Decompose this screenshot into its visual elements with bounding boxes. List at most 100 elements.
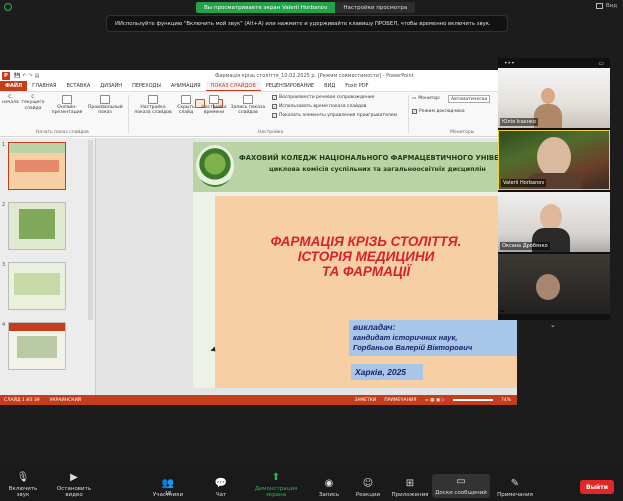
participant-tile[interactable]: Оксана Дробязко [498, 192, 610, 252]
ribbon-tab[interactable]: ПЕРЕХОДЫ [127, 81, 166, 91]
reactions-button[interactable]: ☺ Реакции [354, 478, 382, 498]
share-screen-button[interactable]: ⬆ Демонстрация экрана [244, 472, 308, 498]
slide-canvas[interactable]: ФАХОВИЙ КОЛЕДЖ НАЦІОНАЛЬНОГО ФАРМАЦЕВТИЧ… [193, 142, 517, 388]
ppt-title-bar: P 💾↶↷▤ Фармація крізь століття_10.02.202… [0, 70, 517, 81]
custom-show-label: Произвольный показ [88, 105, 123, 116]
video-camera-icon: ▶ [70, 472, 78, 483]
monitor-label: Монитор: [418, 96, 441, 101]
view-options-button[interactable]: Настройки просмотра [335, 2, 416, 13]
record-show-label: Запись показа слайдов [230, 105, 266, 116]
unmute-button[interactable]: 🎙 Включить звук [2, 472, 44, 498]
view-button[interactable]: Вид [595, 3, 617, 9]
lecturer-label: викладач: [353, 322, 396, 332]
ribbon-tab[interactable]: ДИЗАЙН [95, 81, 127, 91]
comments-button[interactable]: ПРИМЕЧАНИЯ [384, 398, 416, 403]
presenter-view-checkbox[interactable]: ✓ Режим докладчика [412, 109, 465, 114]
reactions-label: Реакции [355, 492, 381, 498]
ppt-status-bar: СЛАЙД 1 ИЗ 39 УКРАИНСКИЙ ЗАМЕТКИ ПРИМЕЧА… [0, 395, 517, 405]
panel-grip-icon[interactable]: ••• [504, 60, 515, 67]
participants-button[interactable]: 👥18 Участники [150, 478, 186, 498]
hide-slide-label: Скрыть слайд [177, 105, 195, 116]
zoom-security-icon[interactable] [4, 3, 12, 11]
participant-tile[interactable]: Юлія Ісаєнко [498, 68, 610, 128]
lecturer-degree: кандидат історичних наук, [353, 332, 458, 342]
checkbox-checked-icon: ✓ [272, 104, 277, 109]
language-indicator[interactable]: УКРАИНСКИЙ [50, 398, 82, 403]
from-beginning-button[interactable]: С начала [2, 95, 205, 108]
zoom-slider[interactable] [452, 399, 493, 401]
checkbox-checked-icon: ✓ [272, 113, 277, 118]
participant-tile-active-speaker[interactable]: Valerii Horbanov [498, 130, 610, 190]
quick-access-icons[interactable]: 💾↶↷▤ [14, 73, 41, 79]
monitor-dropdown[interactable]: Автоматически [448, 95, 490, 103]
apps-button[interactable]: ⊞ Приложения [390, 478, 430, 498]
slide-thumbnail[interactable] [8, 142, 66, 190]
checkbox-checked-icon: ✓ [272, 95, 277, 100]
setup-show-button[interactable]: Настройка показа слайдов [134, 95, 172, 116]
slide-header-line2: циклова комісія суспільних та загальноос… [269, 165, 486, 173]
slide-thumbnail[interactable] [8, 262, 66, 310]
ribbon-tab[interactable]: ПОКАЗ СЛАЙДОВ [205, 81, 261, 91]
leave-meeting-button[interactable]: Выйти [580, 480, 614, 494]
share-screen-icon: ⬆ [271, 472, 281, 483]
ribbon-tab[interactable]: ВИД [319, 81, 340, 91]
record-icon: ◉ [324, 478, 334, 489]
apps-label: Приложения [391, 492, 429, 498]
thumb-image-block [17, 336, 57, 358]
slide-title-line2: ІСТОРІЯ МЕДИЦИНИ [297, 249, 435, 264]
thumbnails-scrollbar[interactable] [88, 140, 93, 320]
view-buttons-icon[interactable]: ▭ ▦ ▣ ▷ [424, 398, 445, 403]
ribbon-tab[interactable]: РЕЦЕНЗИРОВАНИЕ [261, 81, 319, 91]
apps-grid-icon: ⊞ [405, 478, 415, 489]
ribbon-tab[interactable]: Foxit PDF [340, 81, 373, 91]
controls-checkbox[interactable]: ✓ Показать элементы управления проигрыва… [272, 113, 397, 118]
thumb-number: 3 [2, 262, 6, 268]
monitor-selector: ▭ Монитор: [412, 96, 441, 101]
rehearse-timings-label: Настройка времени [201, 105, 227, 116]
slide-thumbnail[interactable] [8, 322, 66, 370]
slide-title-line3: ТА ФАРМАЦІЇ [321, 264, 411, 279]
thumb-number: 4 [2, 322, 6, 328]
record-button[interactable]: ◉ Запись [316, 478, 342, 498]
unmute-label: Включить звук [8, 486, 38, 498]
thumb-image-block [19, 209, 55, 239]
panel-minimize-icon[interactable]: ▭ [598, 60, 604, 67]
whiteboards-button[interactable]: ▭ Доски сообщений [432, 474, 490, 498]
chevron-down-icon[interactable]: ⌄ [550, 321, 556, 329]
participant-tile[interactable] [498, 254, 610, 314]
custom-show-button[interactable]: Произвольный показ [88, 95, 123, 116]
notes-icon: ✎ [510, 478, 520, 489]
share-banner: Вы просматриваете экран Valerii Horbanov… [196, 2, 416, 13]
ribbon-tabs: ФАЙЛ ГЛАВНАЯ ВСТАВКА ДИЗАЙН ПЕРЕХОДЫ АНИМАЦИЯ… [0, 81, 517, 92]
ribbon-separator [408, 95, 409, 133]
online-presentation-button[interactable]: Онлайн-презентация [50, 95, 84, 116]
hide-slide-button[interactable]: Скрыть слайд [174, 95, 198, 116]
ribbon-tab[interactable]: ВСТАВКА [62, 81, 96, 91]
slide-thumbnail[interactable] [8, 202, 66, 250]
narration-checkbox[interactable]: ✓ Воспроизвести речевое сопровождение [272, 95, 374, 100]
thumb-title-block [15, 160, 59, 172]
online-presentation-label: Онлайн-презентация [51, 105, 83, 116]
controls-label: Показать элементы управления проигрывате… [279, 113, 397, 118]
from-current-button[interactable]: С текущего слайда [20, 95, 223, 111]
participants-icon: 👥18 [161, 478, 175, 497]
share-banner-text: Вы просматриваете экран Valerii Horbanov [196, 2, 336, 13]
thumb-header [9, 323, 65, 331]
ribbon-tab[interactable]: ГЛАВНАЯ [27, 81, 61, 91]
slide-thumbnails-pane: 1 2 3 4 [0, 138, 96, 395]
ribbon: С начала С текущего слайда Онлайн-презен… [0, 92, 517, 137]
document-title: Фармація крізь століття_10.02.2025 р. [Р… [215, 72, 414, 79]
ribbon-tab[interactable]: АНИМАЦИЯ [166, 81, 206, 91]
rehearse-timings-button[interactable]: Настройка времени [200, 95, 228, 116]
notes-button[interactable]: ✎ Примечания [494, 478, 536, 498]
record-show-button[interactable]: Запись показа слайдов [230, 95, 266, 116]
narration-label: Воспроизвести речевое сопровождение [279, 95, 375, 100]
participants-video-panel: ••• ▭ Юлія Ісаєнко Valerii Horbanov Окса… [498, 58, 610, 329]
powerpoint-window: P 💾↶↷▤ Фармація крізь століття_10.02.202… [0, 70, 517, 405]
notes-button[interactable]: ЗАМЕТКИ [354, 398, 376, 403]
ribbon-tab[interactable]: ФАЙЛ [0, 81, 28, 91]
stop-video-button[interactable]: ▶ Остановить видео [48, 472, 100, 498]
from-current-label: С текущего слайда [21, 95, 45, 111]
chat-button[interactable]: 💬 Чат [210, 478, 232, 498]
timings-checkbox[interactable]: ✓ Использовать время показа слайдов [272, 104, 366, 109]
